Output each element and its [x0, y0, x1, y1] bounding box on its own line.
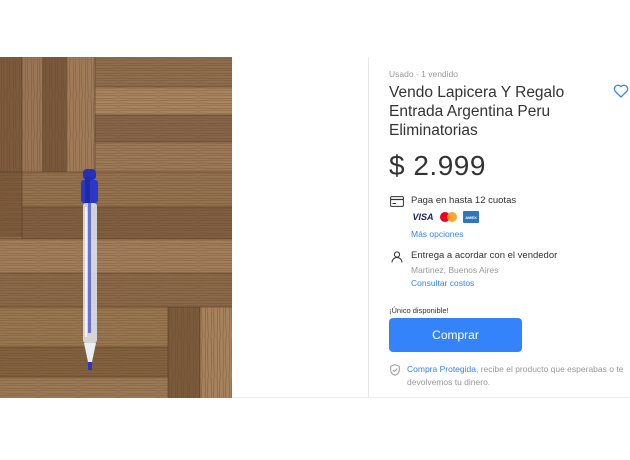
bottom-divider [232, 397, 630, 398]
stock-label: ¡Único disponible! [389, 306, 449, 315]
buyer-protection-text: Compra Protegida, recibe el producto que… [407, 363, 630, 389]
buy-button[interactable]: Comprar [389, 318, 522, 352]
shipping-costs-link[interactable]: Consultar costos [411, 278, 474, 288]
product-price: $ 2.999 [389, 150, 486, 181]
product-image[interactable] [0, 57, 232, 398]
shield-icon [390, 364, 400, 376]
condition-label: Usado - 1 vendido [389, 69, 458, 79]
installments-text: Paga en hasta 12 cuotas [411, 195, 517, 206]
pen-on-wood-image [0, 57, 232, 398]
delivery-text: Entrega a acordar con el vendedor [411, 250, 558, 261]
more-options-link[interactable]: Más opciones [411, 229, 463, 239]
mastercard-logo [439, 211, 459, 223]
amex-logo: AMEX [463, 211, 479, 223]
person-icon [391, 251, 403, 263]
payment-cards: VISA AMEX [411, 211, 479, 223]
seller-location: Martinez, Buenos Aires [411, 265, 499, 275]
buyer-protection-link[interactable]: Compra Protegida [407, 364, 476, 374]
visa-logo: VISA [412, 212, 434, 222]
pen-illustration [81, 169, 98, 370]
heart-icon[interactable] [613, 84, 629, 98]
product-title: Vendo Lapicera Y Regalo Entrada Argentin… [389, 84, 565, 139]
panel-divider [368, 57, 369, 398]
credit-card-icon [390, 196, 404, 207]
